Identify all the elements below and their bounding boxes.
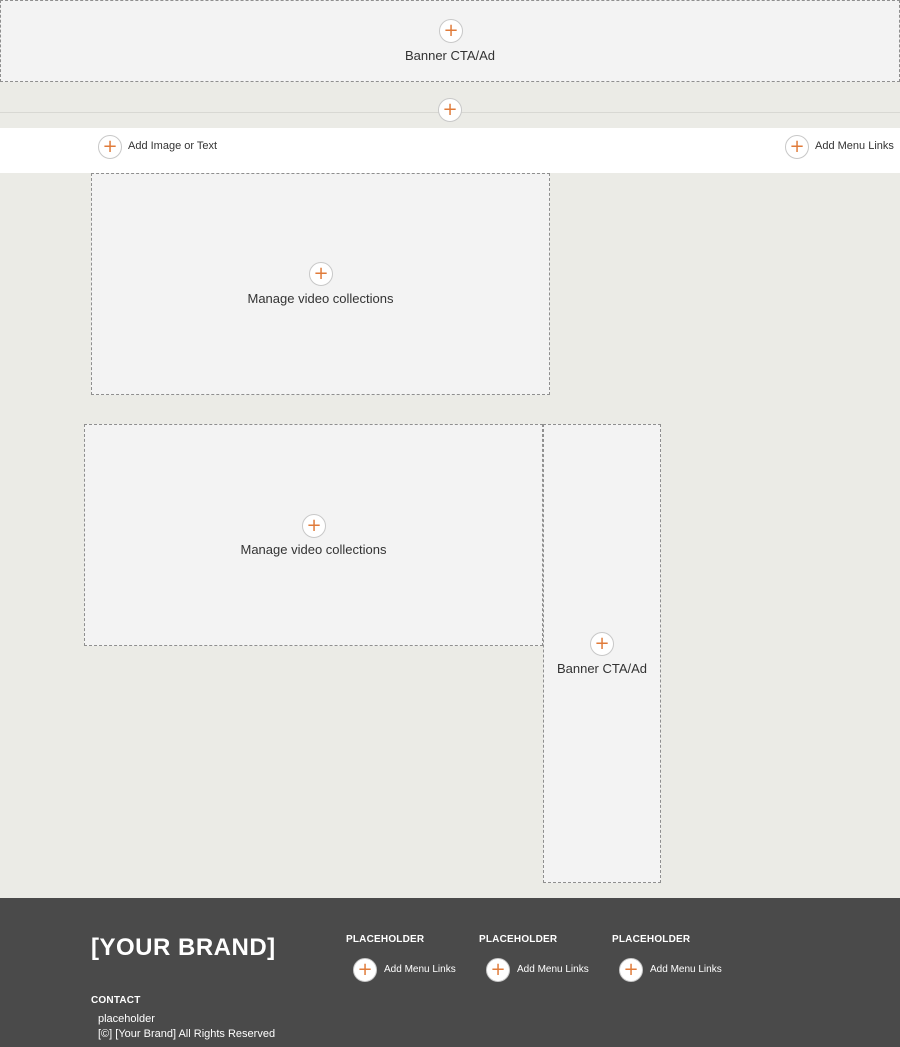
top-banner-label: Banner CTA/Ad [404, 48, 496, 63]
side-banner-label: Banner CTA/Ad [556, 661, 648, 676]
plus-icon[interactable]: + [438, 98, 462, 122]
video-collection-placeholder[interactable]: + Manage video collections [91, 173, 550, 395]
video-collection-placeholder[interactable]: + Manage video collections [84, 424, 543, 646]
top-banner-placeholder[interactable]: + Banner CTA/Ad [0, 0, 900, 82]
plus-icon[interactable]: + [590, 632, 614, 656]
add-image-or-text-link[interactable]: Add Image or Text [128, 140, 217, 152]
plus-icon[interactable]: + [619, 958, 643, 982]
footer-add-menu-links[interactable]: Add Menu Links [650, 964, 722, 975]
plus-icon[interactable]: + [353, 958, 377, 982]
footer-column-heading: PLACEHOLDER [612, 934, 691, 945]
plus-icon[interactable]: + [98, 135, 122, 159]
footer-copyright: [©] [Your Brand] All Rights Reserved [98, 1028, 276, 1040]
add-menu-links-link[interactable]: Add Menu Links [815, 140, 894, 152]
plus-icon[interactable]: + [486, 958, 510, 982]
plus-icon[interactable]: + [785, 135, 809, 159]
video-collection-label: Manage video collections [240, 542, 387, 557]
footer-column-heading: PLACEHOLDER [479, 934, 558, 945]
plus-icon[interactable]: + [302, 514, 326, 538]
footer-add-menu-links[interactable]: Add Menu Links [517, 964, 589, 975]
footer-brand: [YOUR BRAND] [91, 934, 276, 961]
side-banner-placeholder[interactable]: + Banner CTA/Ad [543, 424, 661, 883]
video-collection-label: Manage video collections [247, 291, 394, 306]
footer-contact-heading: CONTACT [91, 995, 141, 1006]
footer-contact-text: placeholder [98, 1013, 155, 1025]
footer-add-menu-links[interactable]: Add Menu Links [384, 964, 456, 975]
plus-icon[interactable]: + [309, 262, 333, 286]
site-header: + Add Image or Text + Add Menu Links [0, 128, 900, 173]
footer-column-heading: PLACEHOLDER [346, 934, 425, 945]
plus-icon[interactable]: + [439, 19, 463, 43]
